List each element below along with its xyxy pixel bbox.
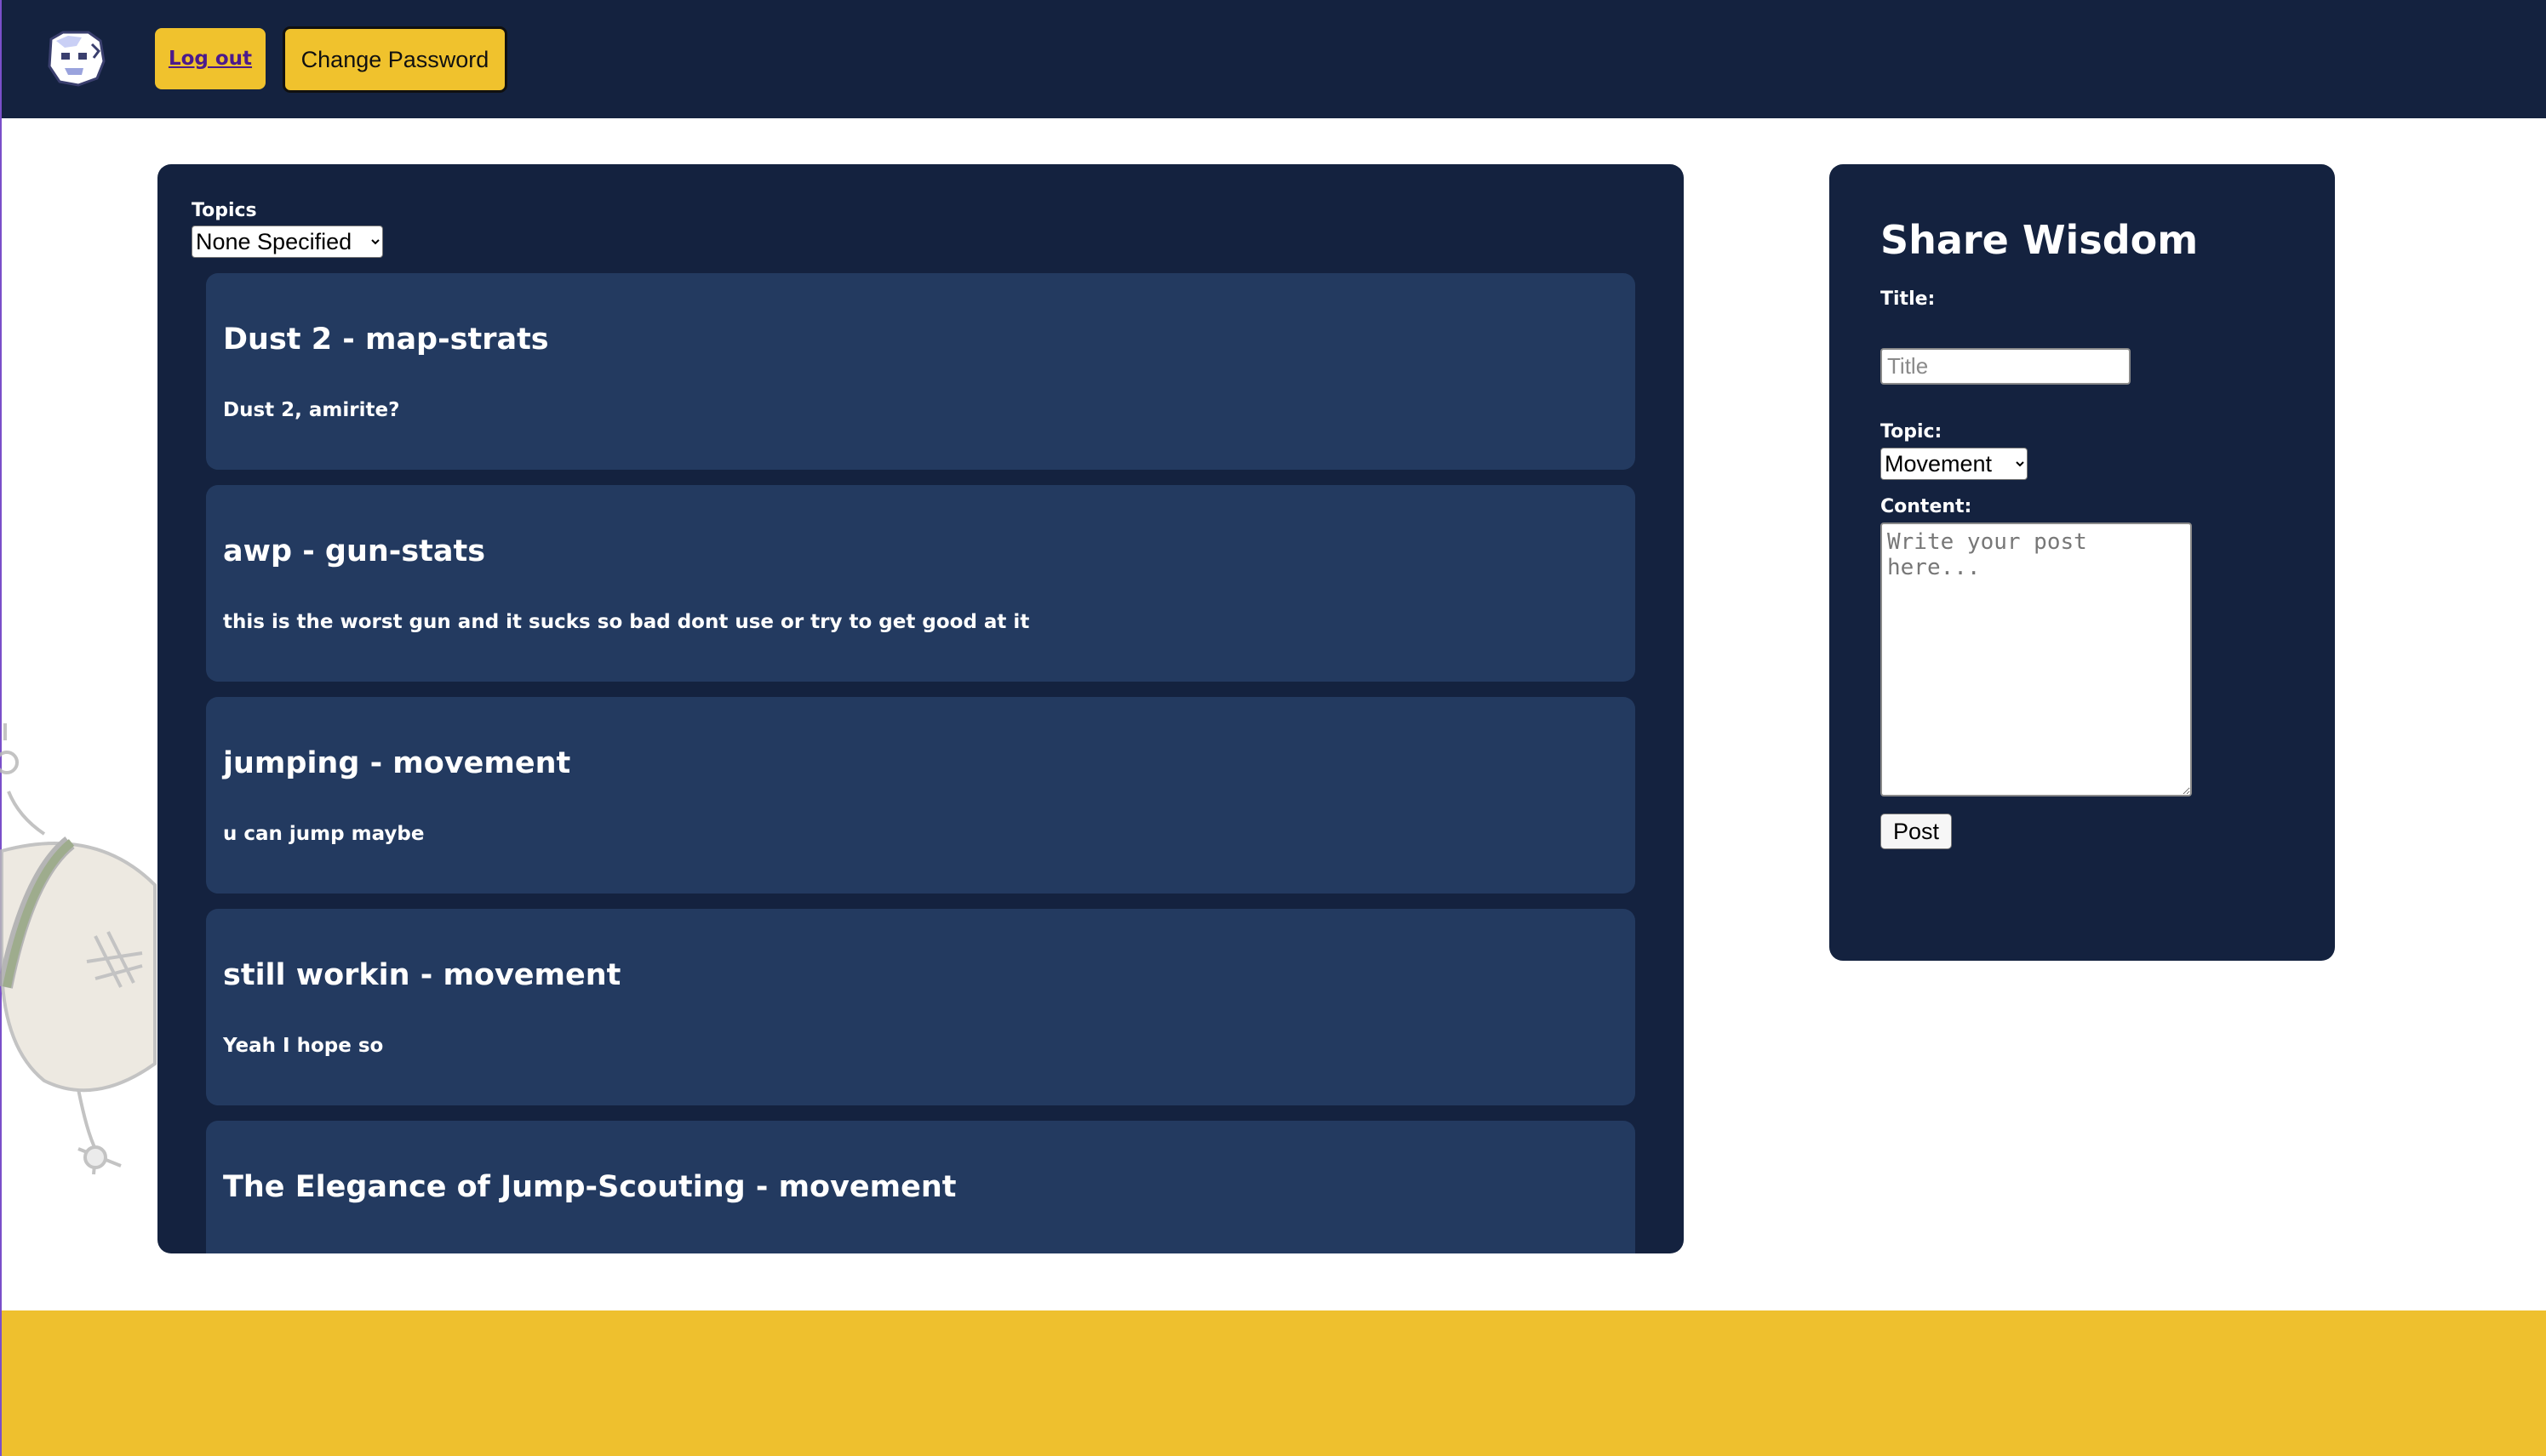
topics-filter-select[interactable]: None Specified xyxy=(192,226,383,258)
post-title: Dust 2 - map-strats xyxy=(223,323,549,357)
post-body: Dust 2, amirite? xyxy=(223,399,400,421)
share-wisdom-heading: Share Wisdom xyxy=(1880,217,2199,263)
title-input[interactable] xyxy=(1880,348,2131,385)
topic-select[interactable]: Movement xyxy=(1880,448,2028,480)
share-wisdom-panel: Share Wisdom Title: Topic: Movement Cont… xyxy=(1829,164,2335,961)
content-label: Content: xyxy=(1880,496,1972,517)
title-label: Title: xyxy=(1880,288,1936,310)
post-card[interactable]: Dust 2 - map-strats Dust 2, amirite? xyxy=(206,273,1635,470)
post-card[interactable]: awp - gun-stats this is the worst gun an… xyxy=(206,485,1635,682)
feed-panel: Topics None Specified Dust 2 - map-strat… xyxy=(157,164,1684,1253)
topics-label: Topics xyxy=(192,200,257,221)
topic-label: Topic: xyxy=(1880,421,1942,443)
logout-button[interactable]: Log out xyxy=(155,28,266,89)
mascot-illustration xyxy=(0,723,157,1175)
post-body: u can jump maybe xyxy=(223,823,425,845)
post-title: The Elegance of Jump-Scouting - movement xyxy=(223,1170,957,1204)
post-body: Yeah I hope so xyxy=(223,1035,384,1057)
post-body: this is the worst gun and it sucks so ba… xyxy=(223,611,1030,633)
post-card[interactable]: jumping - movement u can jump maybe xyxy=(206,697,1635,894)
top-nav-bar: Log out Change Password xyxy=(2,0,2546,118)
post-title: jumping - movement xyxy=(223,746,571,780)
post-card[interactable]: still workin - movement Yeah I hope so xyxy=(206,909,1635,1105)
post-title: still workin - movement xyxy=(223,958,621,992)
post-card[interactable]: The Elegance of Jump-Scouting - movement xyxy=(206,1121,1635,1253)
content-textarea[interactable] xyxy=(1880,522,2192,797)
footer-bar xyxy=(2,1310,2546,1456)
post-button[interactable]: Post xyxy=(1880,814,1952,849)
logo-icon[interactable] xyxy=(44,27,107,89)
post-title: awp - gun-stats xyxy=(223,534,486,568)
change-password-button[interactable]: Change Password xyxy=(283,26,507,93)
